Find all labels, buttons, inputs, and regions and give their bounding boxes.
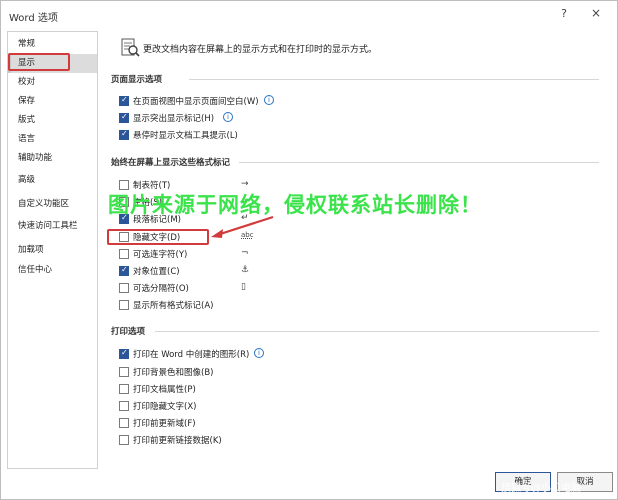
watermark-text: 图片来源于网络，侵权联系站长删除！ [108, 193, 482, 217]
page-display-section-title: 页面显示选项 [111, 75, 163, 85]
sidebar-item-quick-access-toolbar[interactable]: 快速访问工具栏 [8, 217, 97, 236]
checkbox[interactable] [119, 367, 129, 377]
option-label: 打印前更新链接数据(K) [133, 436, 222, 446]
checkbox[interactable] [119, 384, 129, 394]
sidebar-item-add-ins[interactable]: 加载项 [8, 241, 97, 260]
source-caption: 搜狐号@小贝电脑 [501, 483, 581, 494]
info-icon: i [254, 348, 264, 358]
tab-mark-icon: → [241, 179, 249, 189]
checkbox[interactable] [119, 112, 129, 123]
option-label: 可选分隔符(O) [133, 284, 189, 294]
checkbox[interactable] [119, 401, 129, 411]
checkbox[interactable] [119, 283, 129, 293]
option-label: 打印前更新域(F) [133, 419, 196, 429]
sidebar-item-language[interactable]: 语言 [8, 130, 97, 149]
sidebar-item-accessibility[interactable]: 辅助功能 [8, 149, 97, 168]
option-label: 显示突出显示标记(H) [133, 114, 215, 124]
option-label: 在页面视图中显示页面间空白(W) [133, 97, 259, 107]
option-label: 悬停时显示文档工具提示(L) [133, 131, 238, 141]
sidebar-item-customize-ribbon[interactable]: 自定义功能区 [8, 195, 97, 214]
checkbox[interactable] [119, 265, 129, 276]
help-button[interactable]: ? [557, 7, 571, 23]
document-magnifier-icon [121, 38, 140, 57]
optional-break-mark-icon: ▯ [241, 282, 246, 292]
sidebar-highlight-frame [8, 53, 70, 71]
section-divider [189, 79, 599, 80]
checkbox[interactable] [119, 300, 129, 310]
option-label: 打印在 Word 中创建的图形(R) [133, 350, 250, 360]
display-options-panel: 更改文档内容在屏幕上的显示方式和在打印时的显示方式。 页面显示选项 在页面视图中… [103, 31, 613, 469]
checkbox[interactable] [119, 249, 129, 259]
optional-hyphen-mark-icon: ¬ [241, 248, 249, 258]
dialog-footer: 确定 取消 搜狐号@小贝电脑 [1, 469, 617, 499]
anchor-icon: ⚓ [241, 265, 250, 275]
dialog-title: Word 选项 [9, 13, 58, 24]
print-section-title: 打印选项 [111, 327, 146, 337]
section-divider [239, 162, 599, 163]
checkbox[interactable] [119, 95, 129, 106]
panel-description: 更改文档内容在屏幕上的显示方式和在打印时的显示方式。 [143, 45, 378, 55]
option-label: 打印背景色和图像(B) [133, 368, 214, 378]
format-marks-section-title: 始终在屏幕上显示这些格式标记 [111, 158, 231, 168]
word-options-dialog: Word 选项 ? × 常规 显示 校对 保存 版式 语言 辅助功能 高级 自定… [0, 0, 618, 500]
close-button[interactable]: × [589, 6, 603, 22]
option-label: 打印文档属性(P) [133, 385, 196, 395]
info-icon: i [223, 112, 233, 122]
sidebar-item-advanced[interactable]: 高级 [8, 171, 97, 190]
checkbox[interactable] [119, 435, 129, 445]
sidebar-item-typography[interactable]: 版式 [8, 111, 97, 130]
option-label: 对象位置(C) [133, 267, 180, 277]
sidebar-item-proofing[interactable]: 校对 [8, 73, 97, 92]
sidebar-item-trust-center[interactable]: 信任中心 [8, 261, 97, 280]
hidden-text-highlight-frame [107, 229, 209, 245]
option-label: 打印隐藏文字(X) [133, 402, 197, 412]
option-label: 可选连字符(Y) [133, 250, 188, 260]
sidebar-item-general[interactable]: 常规 [8, 35, 97, 54]
option-label: 显示所有格式标记(A) [133, 301, 214, 311]
sidebar: 常规 显示 校对 保存 版式 语言 辅助功能 高级 自定义功能区 快速访问工具栏… [7, 31, 98, 469]
info-icon: i [264, 95, 274, 105]
title-bar: Word 选项 ? × [1, 1, 617, 31]
section-divider [155, 331, 599, 332]
checkbox[interactable] [119, 418, 129, 428]
sidebar-item-save[interactable]: 保存 [8, 92, 97, 111]
checkbox[interactable] [119, 348, 129, 359]
checkbox[interactable] [119, 129, 129, 140]
